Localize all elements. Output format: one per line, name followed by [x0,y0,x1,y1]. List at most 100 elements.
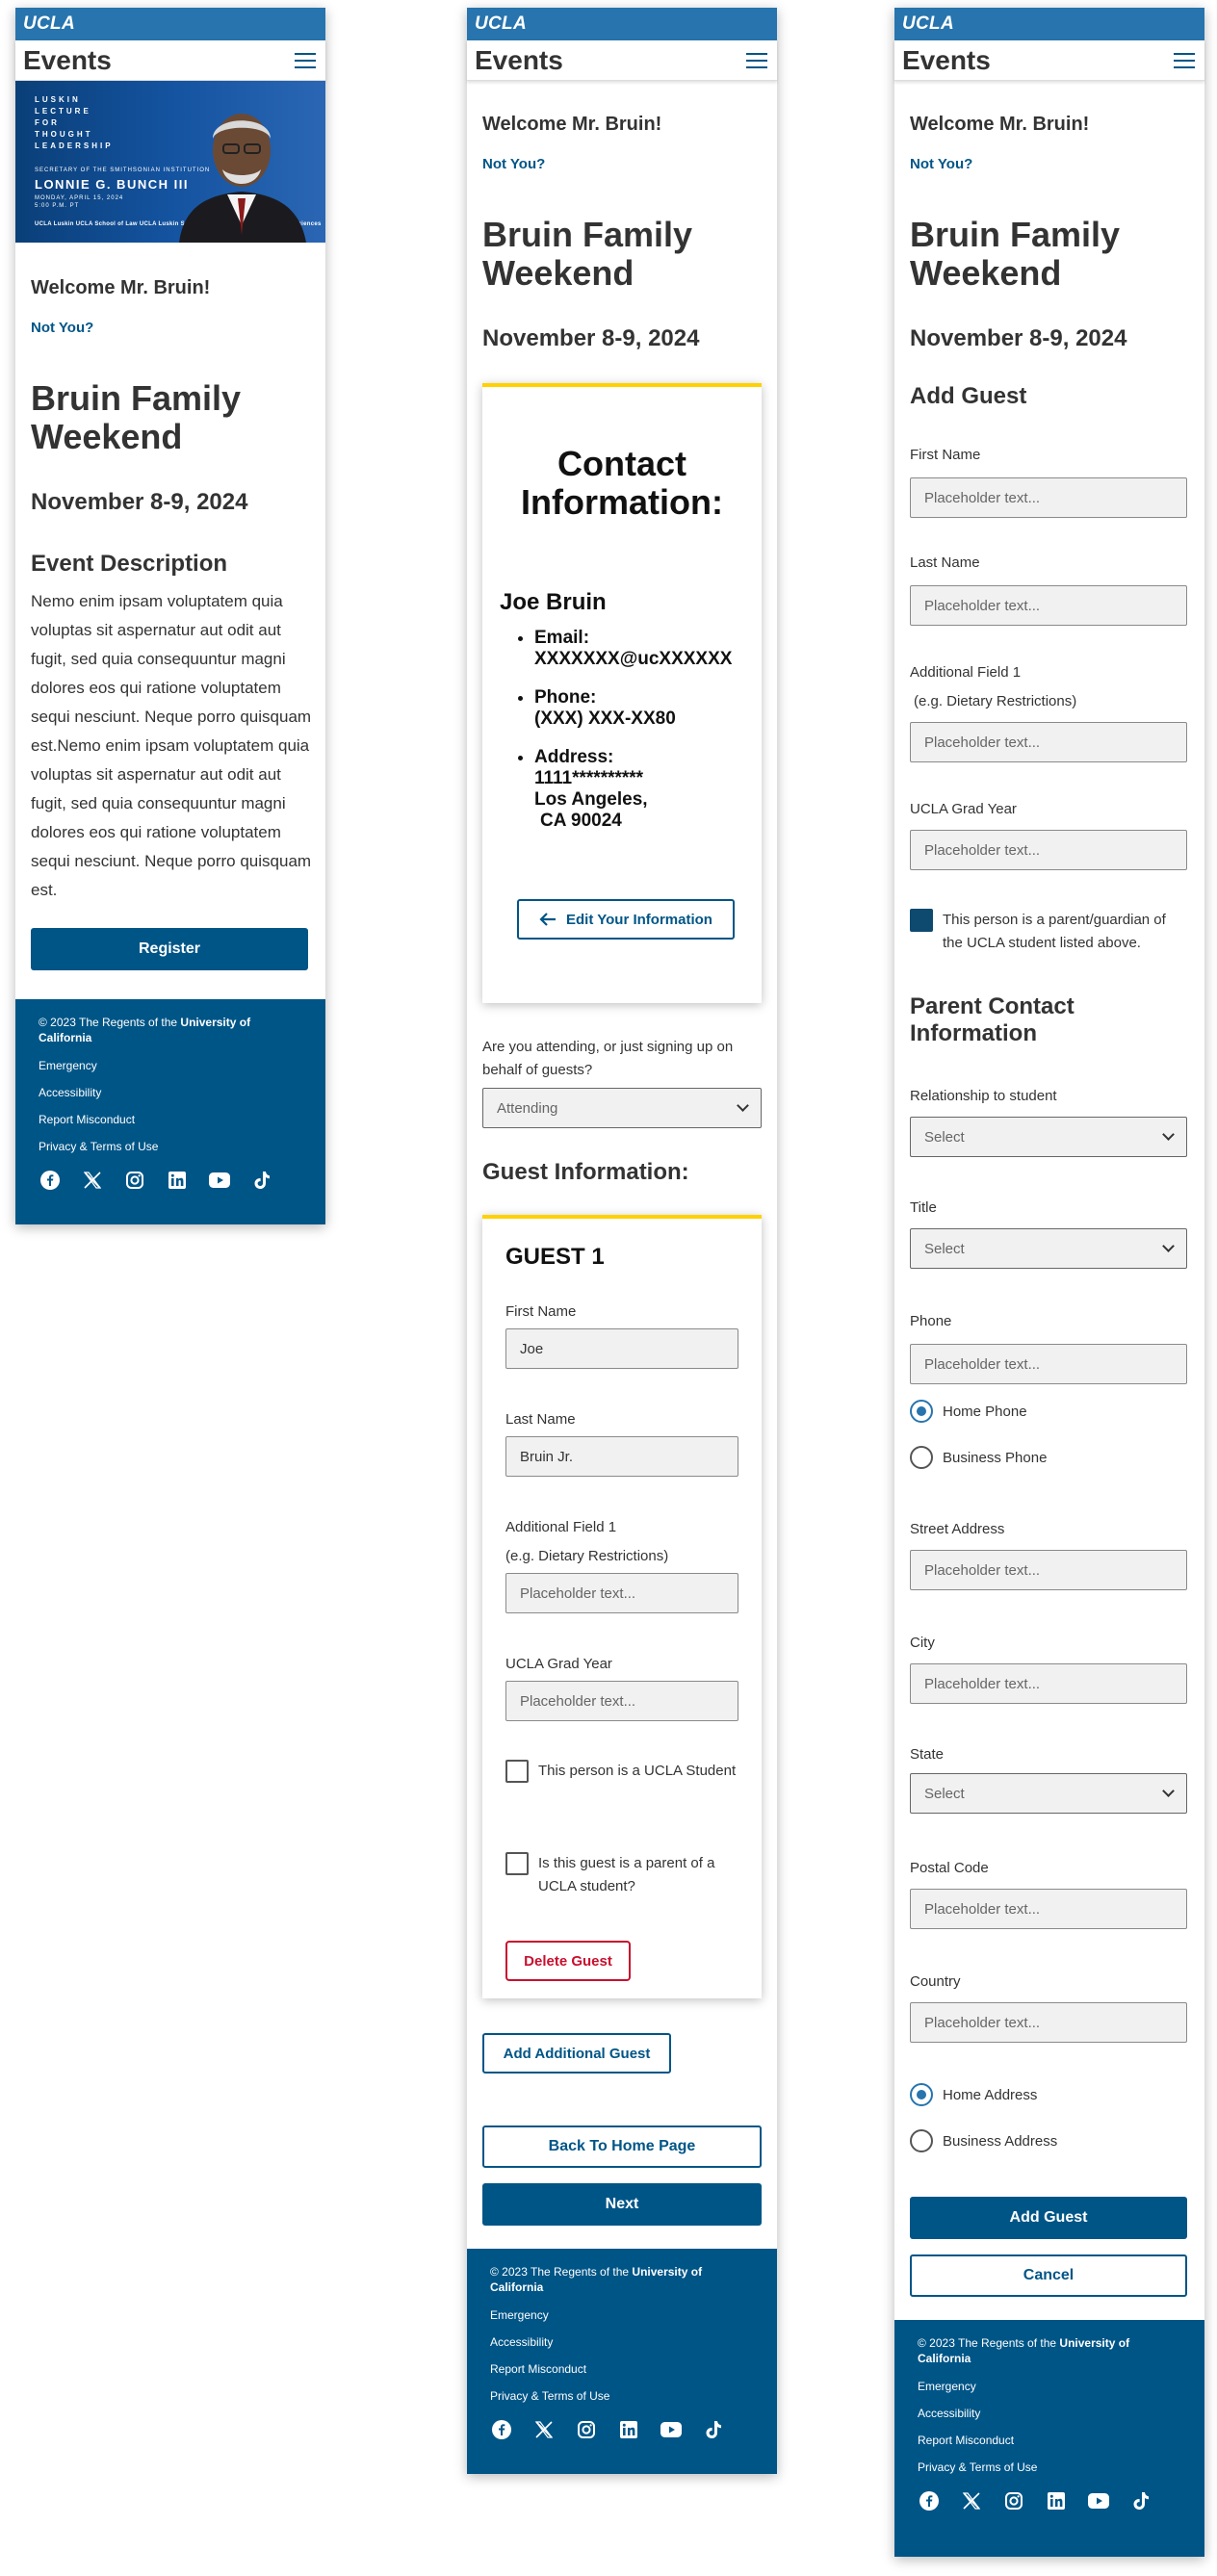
event-description: Nemo enim ipsam voluptatem quia voluptas… [31,592,312,899]
hero-speaker: LONNIE G. BUNCH III [35,177,189,192]
footer-link-privacy[interactable]: Privacy & Terms of Use [918,2460,1181,2474]
add-additional-guest-button[interactable]: Add Additional Guest [482,2033,671,2074]
relationship-select[interactable]: Select [910,1117,1187,1157]
screen-event-details: UCLA Events LUSKIN LECTURE FOR THOUGHT LEADE… [15,8,325,1224]
home-phone-radio[interactable] [910,1400,933,1423]
street-address-input[interactable]: Placeholder text... [910,1550,1187,1590]
footer-link-accessibility[interactable]: Accessibility [490,2335,754,2349]
city-input[interactable]: Placeholder text... [910,1663,1187,1704]
register-button[interactable]: Register [31,928,308,970]
additional-field-hint: (e.g. Dietary Restrictions) [505,1548,669,1564]
last-name-label: Last Name [910,554,980,571]
next-button[interactable]: Next [482,2183,762,2226]
x-icon[interactable] [532,2418,556,2441]
contact-phone: Phone:(XXX) XXX-XX80 [534,687,758,730]
youtube-icon[interactable] [1087,2489,1110,2512]
contact-email: Email:XXXXXXX@ucXXXXXX [534,628,758,670]
ucla-student-checkbox[interactable] [505,1760,529,1783]
tiktok-icon[interactable] [1129,2489,1152,2512]
footer-link-accessibility[interactable]: Accessibility [918,2407,1181,2420]
last-name-input[interactable]: Bruin Jr. [505,1436,738,1477]
hero-lecture-title: LUSKIN LECTURE FOR THOUGHT LEADERSHIP [35,95,114,150]
last-name-input[interactable]: Placeholder text... [910,585,1187,626]
first-name-input[interactable]: Placeholder text... [910,477,1187,518]
not-you-link[interactable]: Not You? [482,156,545,172]
x-icon[interactable] [960,2489,983,2512]
grad-year-input[interactable]: Placeholder text... [910,830,1187,870]
guest-card: GUEST 1 First Name Joe Last Name Bruin J… [482,1215,762,1998]
ucla-student-checkbox-label: This person is a UCLA Student [538,1763,737,1779]
state-select[interactable]: Select [910,1773,1187,1814]
x-icon[interactable] [81,1169,104,1192]
business-address-label: Business Address [943,2132,1058,2150]
footer-link-emergency[interactable]: Emergency [918,2380,1181,2393]
title-select[interactable]: Select [910,1228,1187,1269]
hamburger-icon[interactable] [295,52,316,68]
app-header: Events [467,40,777,81]
linkedin-icon[interactable] [166,1169,189,1192]
footer-link-emergency[interactable]: Emergency [39,1059,302,1072]
chevron-down-icon [737,1099,749,1112]
site-footer: © 2023 The Regents of the University of … [467,2249,777,2474]
delete-guest-button[interactable]: Delete Guest [505,1941,631,1981]
footer-link-report-misconduct[interactable]: Report Misconduct [39,1113,302,1126]
tiktok-icon[interactable] [702,2418,725,2441]
edit-your-information-button[interactable]: Edit Your Information [517,899,735,940]
footer-link-privacy[interactable]: Privacy & Terms of Use [39,1140,302,1153]
hamburger-icon[interactable] [1174,52,1195,68]
parent-contact-heading: Parent Contact Information [910,993,1075,1046]
parent-guardian-checkbox-row[interactable]: This person is a parent/guardian of the … [910,909,1189,955]
additional-field-input[interactable]: Placeholder text... [505,1573,738,1613]
first-name-input[interactable]: Joe [505,1328,738,1369]
home-phone-radio-row[interactable]: Home Phone [910,1400,1027,1423]
footer-link-report-misconduct[interactable]: Report Misconduct [490,2362,754,2376]
ucla-student-checkbox-row[interactable]: This person is a UCLA Student [505,1760,737,1783]
hamburger-icon[interactable] [746,52,767,68]
social-links [490,2418,754,2441]
footer-link-emergency[interactable]: Emergency [490,2308,754,2322]
phone-input[interactable]: Placeholder text... [910,1344,1187,1384]
cancel-button[interactable]: Cancel [910,2254,1187,2297]
instagram-icon[interactable] [575,2418,598,2441]
instagram-icon[interactable] [1002,2489,1025,2512]
instagram-icon[interactable] [123,1169,146,1192]
add-guest-button[interactable]: Add Guest [910,2197,1187,2239]
app-header: Events [894,40,1204,81]
country-input[interactable]: Placeholder text... [910,2002,1187,2043]
guest-information-heading: Guest Information: [482,1159,689,1185]
attending-select[interactable]: Attending [482,1088,762,1128]
postal-code-input[interactable]: Placeholder text... [910,1889,1187,1929]
footer-link-privacy[interactable]: Privacy & Terms of Use [490,2389,754,2403]
facebook-icon[interactable] [39,1169,62,1192]
youtube-icon[interactable] [660,2418,683,2441]
footer-link-accessibility[interactable]: Accessibility [39,1086,302,1099]
business-phone-label: Business Phone [943,1449,1048,1466]
home-address-radio[interactable] [910,2083,933,2106]
facebook-icon[interactable] [918,2489,941,2512]
grad-year-input[interactable]: Placeholder text... [505,1681,738,1721]
parent-of-student-checkbox-row[interactable]: Is this guest is a parent of a UCLA stud… [505,1852,737,1898]
tiktok-icon[interactable] [250,1169,273,1192]
business-phone-radio[interactable] [910,1446,933,1469]
footer-link-report-misconduct[interactable]: Report Misconduct [918,2434,1181,2447]
back-to-home-button[interactable]: Back To Home Page [482,2125,762,2168]
country-label: Country [910,1973,961,1990]
social-links [39,1169,302,1192]
street-address-label: Street Address [910,1521,1005,1537]
not-you-link[interactable]: Not You? [910,156,972,172]
not-you-link[interactable]: Not You? [31,320,93,336]
additional-field-input[interactable]: Placeholder text... [910,722,1187,762]
facebook-icon[interactable] [490,2418,513,2441]
parent-of-student-checkbox[interactable] [505,1852,529,1875]
linkedin-icon[interactable] [1045,2489,1068,2512]
parent-guardian-checkbox[interactable] [910,909,933,932]
business-phone-radio-row[interactable]: Business Phone [910,1446,1047,1469]
linkedin-icon[interactable] [617,2418,640,2441]
business-address-radio-row[interactable]: Business Address [910,2129,1057,2152]
arrow-left-icon [539,913,557,926]
speaker-portrait [179,114,306,243]
relationship-label: Relationship to student [910,1088,1057,1104]
business-address-radio[interactable] [910,2129,933,2152]
home-address-radio-row[interactable]: Home Address [910,2083,1037,2106]
youtube-icon[interactable] [208,1169,231,1192]
